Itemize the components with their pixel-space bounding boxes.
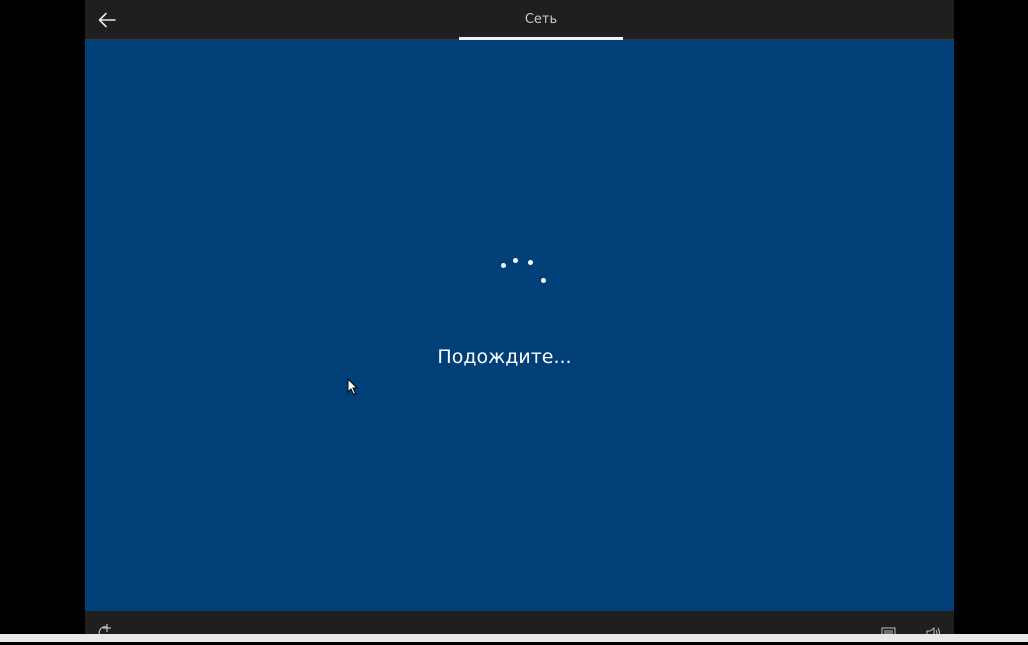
arrow-left-icon [98,12,116,28]
spinner-dot [501,263,506,268]
host-status-strip [0,634,1028,642]
vm-screen: Сеть Подождите... [0,0,1028,642]
loading-spinner [490,250,550,290]
spinner-dot [541,278,546,283]
tab-label: Сеть [524,12,558,27]
back-button[interactable] [91,4,123,36]
status-text-container: Подождите... [85,345,954,369]
spinner-dot [528,260,533,265]
top-bar: Сеть [85,0,954,40]
status-text: Подождите... [437,346,572,368]
spinner-dot [513,258,518,263]
oobe-window: Сеть Подождите... [85,0,954,642]
tab-active-indicator [459,37,623,40]
tab-network[interactable]: Сеть [459,0,623,40]
